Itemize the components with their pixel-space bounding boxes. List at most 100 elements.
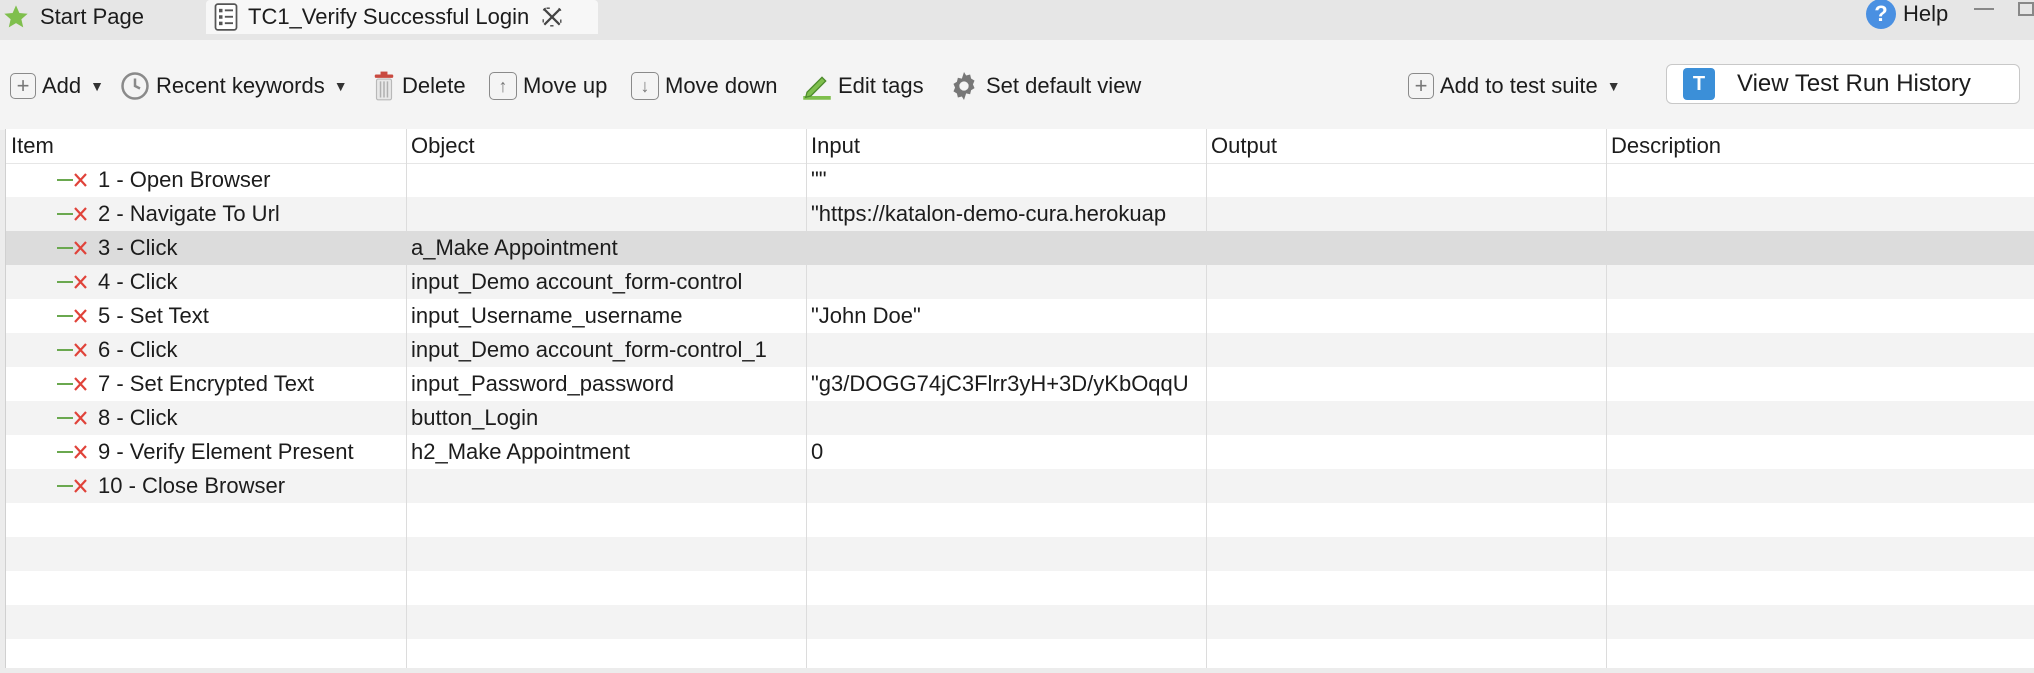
table-row[interactable]: 8 - Click button_Login bbox=[6, 401, 2034, 435]
table-row[interactable]: 1 - Open Browser "" bbox=[6, 163, 2034, 197]
help-button[interactable]: ? Help bbox=[1866, 0, 1948, 29]
table-row[interactable]: 9 - Verify Element Present h2_Make Appoin… bbox=[6, 435, 2034, 469]
cell-object[interactable] bbox=[411, 197, 806, 231]
cell-item[interactable]: 6 - Click bbox=[56, 333, 406, 367]
add-button[interactable]: + Add ▼ bbox=[10, 66, 104, 106]
cell-input[interactable]: 0 bbox=[811, 435, 1208, 469]
cell-object[interactable]: input_Demo account_form-control_1 bbox=[411, 333, 806, 367]
set-default-view-button[interactable]: Set default view bbox=[948, 66, 1141, 106]
table-row[interactable]: 6 - Click input_Demo account_form-control… bbox=[6, 333, 2034, 367]
empty-table-row[interactable] bbox=[6, 605, 2034, 639]
move-up-label: Move up bbox=[523, 73, 608, 98]
cell-description[interactable] bbox=[1611, 367, 2031, 401]
cell-item[interactable]: 9 - Verify Element Present bbox=[56, 435, 406, 469]
maximize-icon[interactable] bbox=[2018, 2, 2034, 16]
cell-object[interactable] bbox=[411, 469, 806, 503]
cell-item[interactable]: 1 - Open Browser bbox=[56, 163, 406, 197]
cell-input[interactable]: "" bbox=[811, 163, 1208, 197]
table-row[interactable]: 10 - Close Browser bbox=[6, 469, 2034, 503]
cell-output[interactable] bbox=[1211, 231, 1606, 265]
move-up-button[interactable]: ↑ Move up bbox=[489, 66, 607, 106]
column-header-input[interactable]: Input bbox=[806, 129, 1206, 163]
column-header-output[interactable]: Output bbox=[1206, 129, 1606, 163]
cell-output[interactable] bbox=[1211, 435, 1606, 469]
cell-description[interactable] bbox=[1611, 265, 2031, 299]
cell-object[interactable] bbox=[411, 163, 806, 197]
step-disabled-icon bbox=[56, 444, 88, 460]
cell-description[interactable] bbox=[1611, 469, 2031, 503]
cell-object[interactable]: h2_Make Appointment bbox=[411, 435, 806, 469]
cell-description[interactable] bbox=[1611, 435, 2031, 469]
cell-item[interactable]: 8 - Click bbox=[56, 401, 406, 435]
empty-table-row[interactable] bbox=[6, 503, 2034, 537]
cell-input[interactable] bbox=[811, 231, 1208, 265]
cell-output[interactable] bbox=[1211, 469, 1606, 503]
column-header-item[interactable]: Item bbox=[6, 129, 406, 163]
cell-output[interactable] bbox=[1211, 401, 1606, 435]
tab-test-case[interactable]: TC1_Verify Successful Login bbox=[206, 0, 598, 34]
table-row[interactable]: 4 - Click input_Demo account_form-control bbox=[6, 265, 2034, 299]
cell-output[interactable] bbox=[1211, 367, 1606, 401]
column-divider[interactable] bbox=[1206, 129, 1207, 668]
cell-input[interactable] bbox=[811, 333, 1208, 367]
cell-output[interactable] bbox=[1211, 265, 1606, 299]
cell-description[interactable] bbox=[1611, 333, 2031, 367]
cell-description[interactable] bbox=[1611, 401, 2031, 435]
cell-description[interactable] bbox=[1611, 163, 2031, 197]
cell-input[interactable] bbox=[811, 469, 1208, 503]
step-disabled-icon bbox=[56, 172, 88, 188]
column-divider[interactable] bbox=[406, 129, 407, 668]
cell-output[interactable] bbox=[1211, 333, 1606, 367]
minimize-icon[interactable] bbox=[1974, 4, 1994, 10]
column-divider[interactable] bbox=[1606, 129, 1607, 668]
edit-tags-button[interactable]: Edit tags bbox=[802, 66, 924, 106]
cell-description[interactable] bbox=[1611, 299, 2031, 333]
cell-item[interactable]: 2 - Navigate To Url bbox=[56, 197, 406, 231]
close-tab-icon[interactable] bbox=[541, 6, 563, 28]
cell-input[interactable]: "https://katalon-demo-cura.herokuap bbox=[811, 197, 1208, 231]
chevron-down-icon[interactable]: ▼ bbox=[90, 78, 104, 94]
chevron-down-icon[interactable]: ▼ bbox=[1607, 78, 1621, 94]
cell-input[interactable]: "John Doe" bbox=[811, 299, 1208, 333]
column-header-description[interactable]: Description bbox=[1606, 129, 2026, 163]
recent-keywords-button[interactable]: Recent keywords ▼ bbox=[120, 66, 348, 106]
cell-output[interactable] bbox=[1211, 299, 1606, 333]
view-test-run-history-button[interactable]: T View Test Run History bbox=[1666, 64, 2020, 104]
cell-object[interactable]: input_Demo account_form-control bbox=[411, 265, 806, 299]
cell-output[interactable] bbox=[1211, 163, 1606, 197]
chevron-down-icon[interactable]: ▼ bbox=[334, 78, 348, 94]
cell-input[interactable]: "g3/DOGG74jC3Flrr3yH+3D/yKbOqqU bbox=[811, 367, 1208, 401]
move-down-button[interactable]: ↓ Move down bbox=[631, 66, 778, 106]
cell-item[interactable]: 7 - Set Encrypted Text bbox=[56, 367, 406, 401]
table-row[interactable]: 2 - Navigate To Url "https://katalon-demo… bbox=[6, 197, 2034, 231]
cell-description[interactable] bbox=[1611, 197, 2031, 231]
add-to-test-suite-button[interactable]: + Add to test suite ▼ bbox=[1408, 66, 1621, 106]
cell-input[interactable] bbox=[811, 401, 1208, 435]
cell-item[interactable]: 3 - Click bbox=[56, 231, 406, 265]
table-row[interactable]: 5 - Set Text input_Username_username "John… bbox=[6, 299, 2034, 333]
cell-input[interactable] bbox=[811, 265, 1208, 299]
empty-table-row[interactable] bbox=[6, 571, 2034, 605]
empty-table-row[interactable] bbox=[6, 537, 2034, 571]
cell-output[interactable] bbox=[1211, 197, 1606, 231]
step-disabled-icon bbox=[56, 410, 88, 426]
table-row[interactable]: 3 - Click a_Make Appointment bbox=[6, 231, 2034, 265]
step-disabled-icon bbox=[56, 342, 88, 358]
delete-button[interactable]: Delete bbox=[372, 66, 466, 106]
column-divider[interactable] bbox=[806, 129, 807, 668]
step-label: 10 - Close Browser bbox=[98, 473, 286, 498]
cell-object[interactable]: input_Username_username bbox=[411, 299, 806, 333]
column-header-object[interactable]: Object bbox=[406, 129, 806, 163]
arrow-up-icon: ↑ bbox=[489, 72, 517, 100]
table-header: Item Object Input Output Description bbox=[6, 129, 2034, 164]
cell-object[interactable]: button_Login bbox=[411, 401, 806, 435]
table-row[interactable]: 7 - Set Encrypted Text input_Password_pas… bbox=[6, 367, 2034, 401]
tab-start-page[interactable]: Start Page bbox=[0, 0, 202, 33]
cell-item[interactable]: 5 - Set Text bbox=[56, 299, 406, 333]
cell-item[interactable]: 4 - Click bbox=[56, 265, 406, 299]
cell-item[interactable]: 10 - Close Browser bbox=[56, 469, 406, 503]
cell-object[interactable]: a_Make Appointment bbox=[411, 231, 806, 265]
table-body: 1 - Open Browser "" 2 - Navigate To Url "ht… bbox=[6, 163, 2034, 673]
cell-description[interactable] bbox=[1611, 231, 2031, 265]
cell-object[interactable]: input_Password_password bbox=[411, 367, 806, 401]
